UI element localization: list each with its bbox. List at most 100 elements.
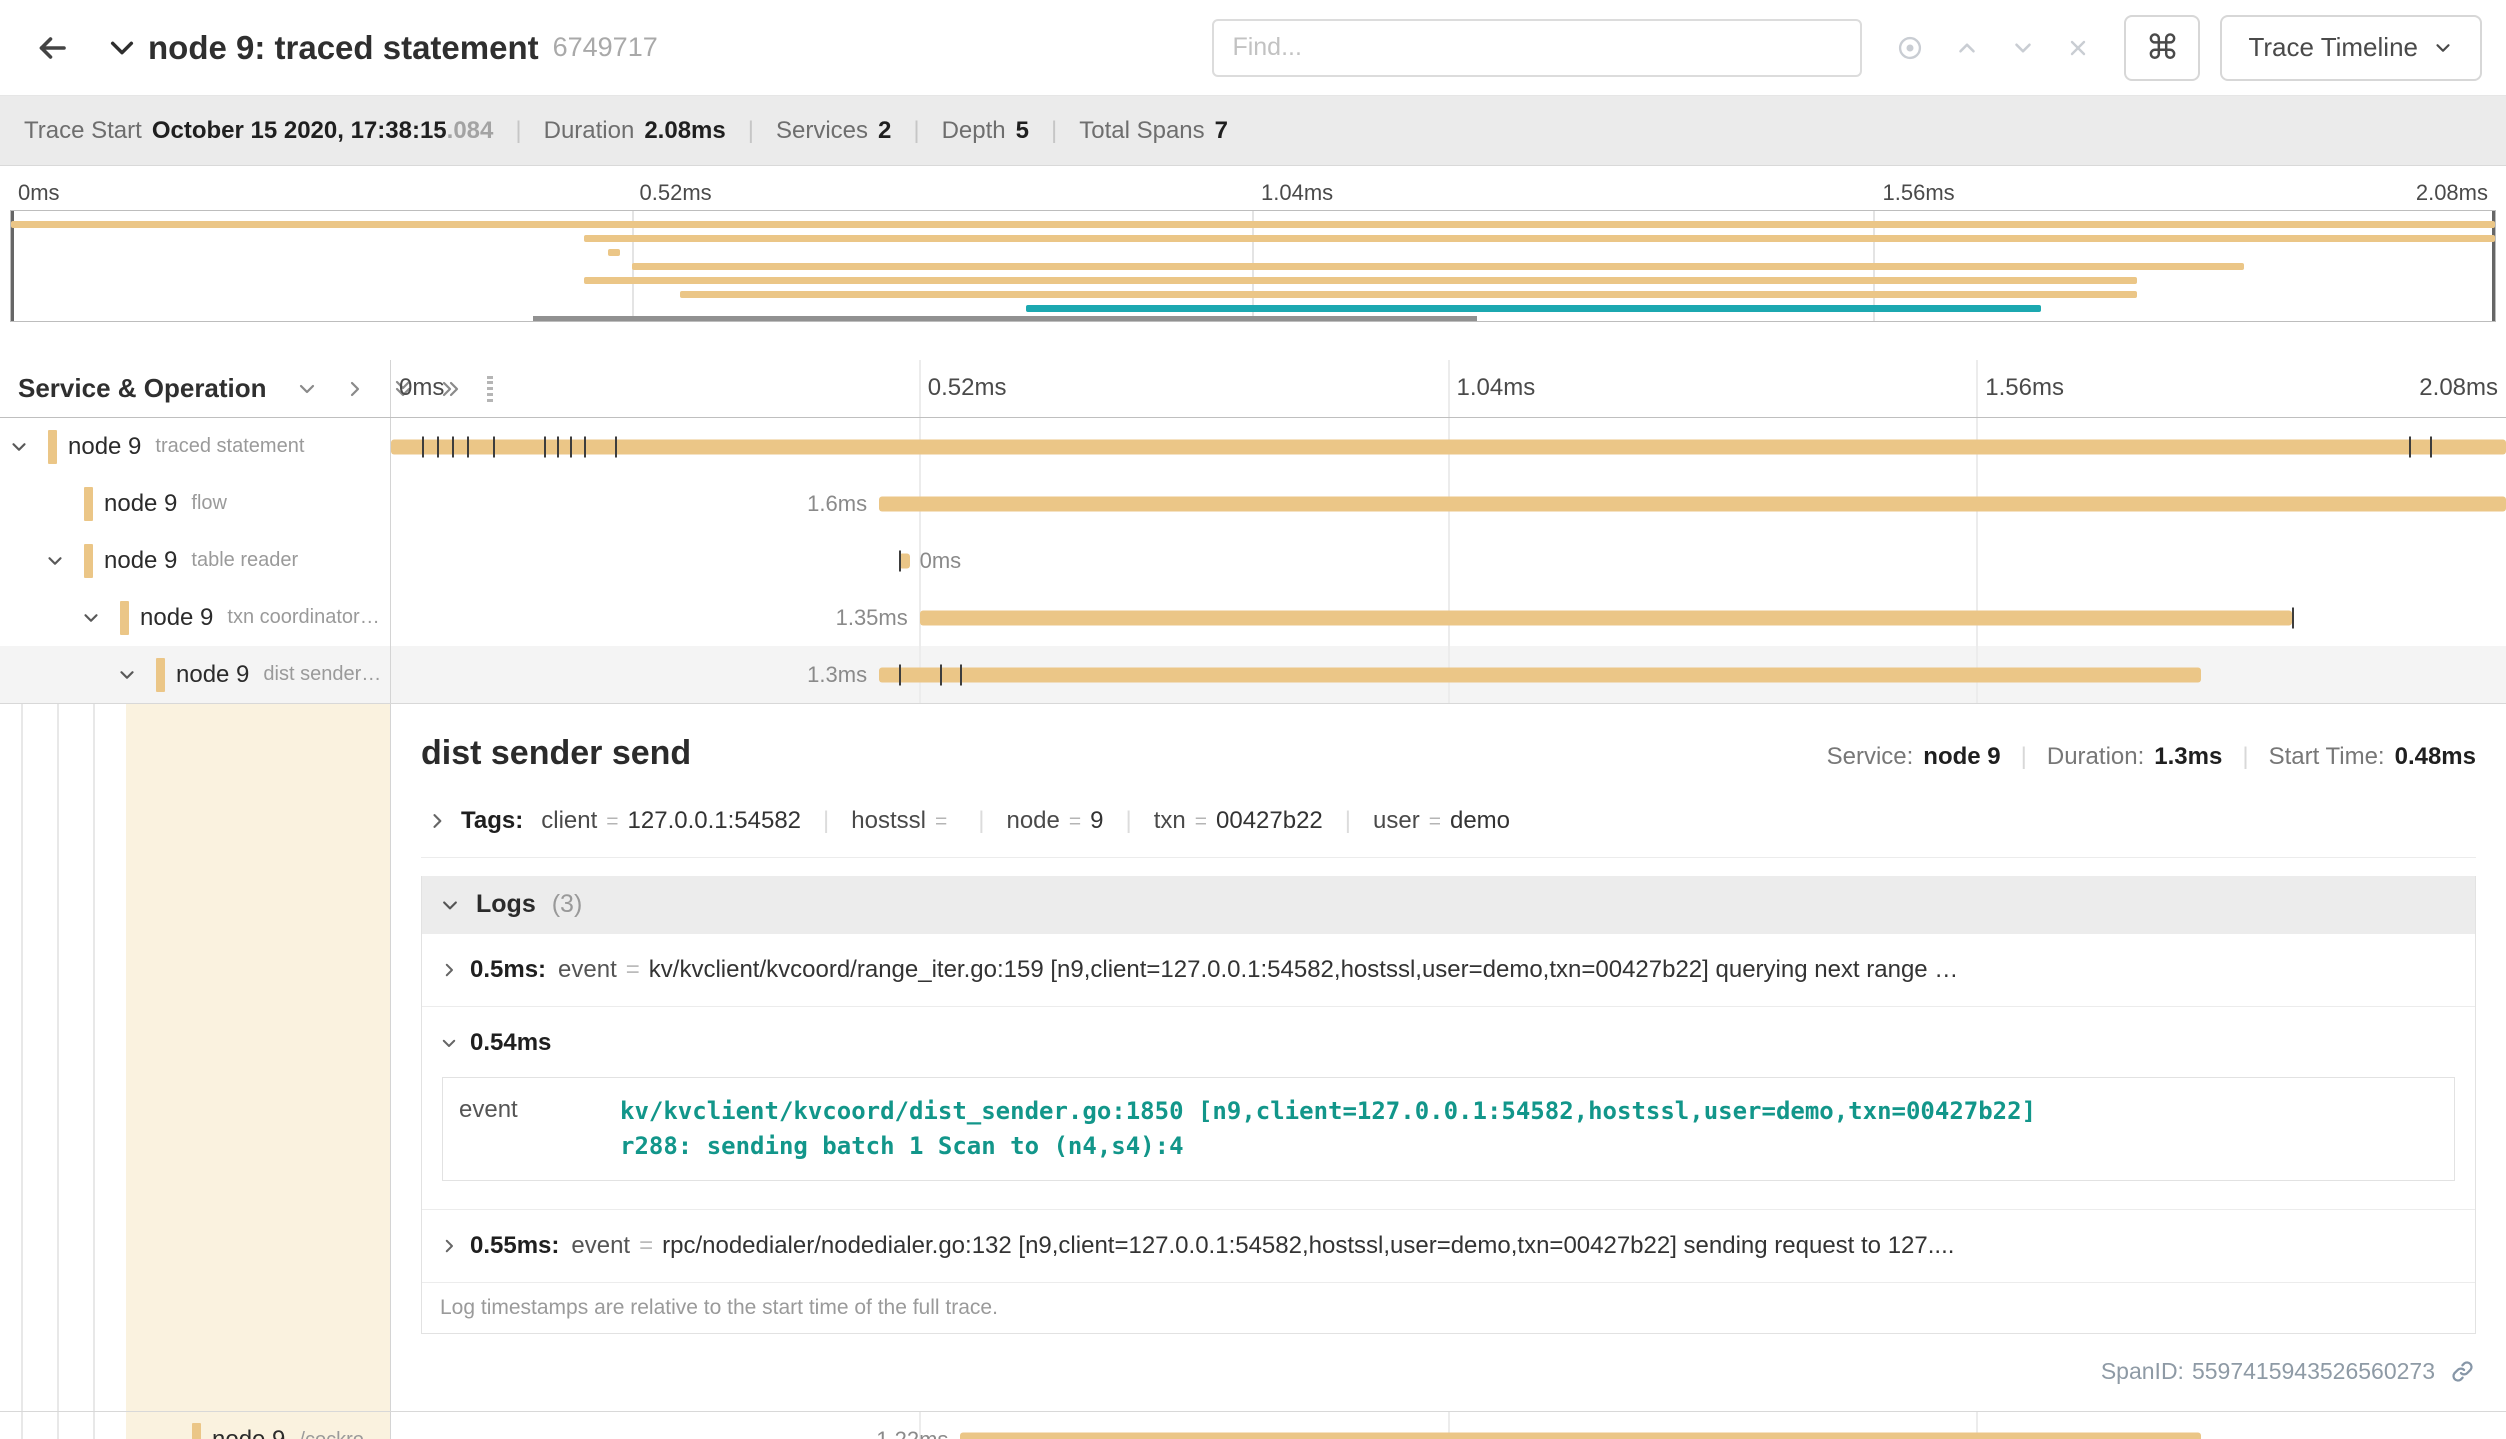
find-input[interactable] (1212, 19, 1862, 77)
start-time-label: Start Time: (2269, 743, 2385, 771)
expand-one-icon[interactable] (343, 377, 367, 401)
chevron-down-icon[interactable] (2010, 35, 2036, 61)
minimap-canvas[interactable] (10, 210, 2496, 322)
tag-key: hostssl (851, 807, 926, 835)
tag-value: 9 (1090, 807, 1103, 835)
summary-label: Services (776, 117, 868, 144)
summary-value: 7 (1215, 117, 1228, 144)
chevron-down-icon (2432, 37, 2454, 59)
log-marker-tick (2409, 436, 2411, 457)
log-field-value: kv/kvclient/kvcoord/dist_sender.go:1850 … (598, 1078, 2078, 1180)
span-timeline-cell[interactable]: 1.35ms (390, 589, 2506, 646)
minimap-span (584, 277, 2137, 284)
duration-label: Duration: (2047, 743, 2144, 771)
log-entry[interactable]: 0.5ms: event = kv/kvclient/kvcoord/range… (422, 933, 2475, 1006)
tags-accordion[interactable]: Tags: client=127.0.0.1:54582|hostssl=|no… (421, 803, 2476, 858)
span-row[interactable]: node 9txn coordinator send1.35ms (0, 589, 2506, 646)
log-marker-tick (899, 664, 901, 685)
span-row[interactable]: node 9flow1.6ms (0, 475, 2506, 532)
span-row-label[interactable]: node 9dist sender send (0, 646, 390, 703)
log-entry-expanded[interactable]: 0.54ms event kv/kvclient/kvcoord/dist_se… (422, 1006, 2475, 1209)
target-icon[interactable] (1896, 34, 1924, 62)
timeline-ruler: 0ms0.52ms1.04ms1.56ms2.08ms (390, 360, 2506, 417)
span-row[interactable]: node 9table reader0ms (0, 532, 2506, 589)
log-entry[interactable]: 0.55ms: event = rpc/nodedialer/nodediale… (422, 1209, 2475, 1282)
span-detail-meta: Service:node 9 | Duration:1.3ms | Start … (1827, 743, 2476, 771)
log-marker-tick (493, 436, 495, 457)
span-timeline-cell[interactable] (390, 418, 2506, 475)
chevron-down-icon (440, 1034, 458, 1052)
service-name: node 9 (140, 604, 213, 632)
service-name: node 9 (212, 1426, 285, 1439)
span-timeline-cell[interactable]: 1.3ms (390, 646, 2506, 703)
link-icon[interactable] (2443, 1358, 2476, 1385)
span-row-label[interactable]: node 9traced statement (0, 418, 390, 475)
chevron-up-icon[interactable] (1954, 35, 1980, 61)
logs-title: Logs (476, 890, 536, 919)
span-timeline-cell[interactable]: 0ms (390, 532, 2506, 589)
service-color-bar (84, 487, 93, 521)
time-tick-label: 0ms (18, 180, 60, 206)
summary-item: Services2 (776, 117, 891, 145)
span-row-label[interactable]: node 9/cockroach.roachpb.I... (0, 1412, 390, 1439)
operation-name: table reader (191, 549, 390, 572)
keyboard-shortcuts-button[interactable]: ⌘ (2124, 15, 2200, 81)
span-row[interactable]: node 9dist sender send 1.3ms (0, 646, 2506, 703)
service-value: node 9 (1923, 743, 2000, 771)
log-marker-tick (584, 436, 586, 457)
service-operation-title: Service & Operation (18, 373, 267, 404)
span-bar[interactable] (920, 610, 2293, 625)
chevron-down-icon[interactable] (8, 436, 30, 458)
logs-section: Logs (3) 0.5ms: event = kv/kvclient/kvco… (421, 876, 2476, 1334)
minimap-scrubber[interactable] (533, 316, 1477, 321)
time-tick-label: 0.52ms (640, 180, 712, 206)
service-name: node 9 (176, 661, 249, 689)
service-name: node 9 (68, 433, 141, 461)
span-id-value: 5597415943526560273 (2192, 1358, 2435, 1385)
chevron-right-icon (440, 961, 458, 979)
trace-timeline-dropdown[interactable]: Trace Timeline (2220, 15, 2482, 81)
span-bar[interactable] (960, 1433, 2201, 1439)
span-duration-label: 1.3ms (807, 662, 879, 688)
tags-label: Tags: (461, 807, 523, 835)
tag-value: 127.0.0.1:54582 (628, 807, 802, 835)
logs-note: Log timestamps are relative to the start… (422, 1282, 2475, 1333)
span-bar[interactable] (879, 496, 2506, 511)
collapse-one-icon[interactable] (295, 377, 319, 401)
span-bar[interactable] (391, 439, 2506, 454)
selected-subtree-gutter (0, 704, 390, 1411)
chevron-down-icon[interactable] (116, 664, 138, 686)
log-marker-tick (437, 436, 439, 457)
span-row[interactable]: node 9/cockroach.roachpb.I...1.22ms (0, 1412, 2506, 1439)
service-label: Service: (1827, 743, 1914, 771)
span-timeline-cell[interactable]: 1.22ms (390, 1412, 2506, 1439)
chevron-down-icon[interactable] (44, 550, 66, 572)
log-marker-tick (452, 436, 454, 457)
trace-summary-bar: Trace StartOctober 15 2020, 17:38:15.084… (0, 96, 2506, 166)
span-bar[interactable] (879, 667, 2201, 682)
page-title: node 9: traced statement (148, 29, 539, 67)
chevron-right-icon (440, 1237, 458, 1255)
collapse-trace-icon[interactable] (106, 32, 138, 64)
log-marker-tick (899, 550, 901, 571)
summary-item: Depth5 (942, 117, 1029, 145)
logs-accordion-header[interactable]: Logs (3) (422, 876, 2475, 933)
log-marker-tick (544, 436, 546, 457)
back-button[interactable] (24, 20, 80, 76)
chevron-down-icon[interactable] (80, 607, 102, 629)
span-id-label: SpanID: (2101, 1358, 2184, 1385)
span-row-label[interactable]: node 9flow (0, 475, 390, 532)
trace-id: 6749717 (553, 32, 658, 63)
span-row-label[interactable]: node 9table reader (0, 532, 390, 589)
summary-label: Trace Start (24, 117, 142, 144)
log-field-value: rpc/nodedialer/nodedialer.go:132 [n9,cli… (662, 1232, 1954, 1260)
span-row-label[interactable]: node 9txn coordinator send (0, 589, 390, 646)
span-timeline-cell[interactable]: 1.6ms (390, 475, 2506, 532)
trace-title-group: node 9: traced statement 6749717 (106, 29, 658, 67)
find-controls (1896, 34, 2090, 62)
summary-separator: | (748, 117, 754, 145)
span-id-row: SpanID: 5597415943526560273 (421, 1358, 2476, 1385)
trace-minimap: 0ms0.52ms1.04ms1.56ms2.08ms (0, 166, 2506, 322)
span-row[interactable]: node 9traced statement (0, 418, 2506, 475)
clear-icon[interactable] (2066, 36, 2090, 60)
